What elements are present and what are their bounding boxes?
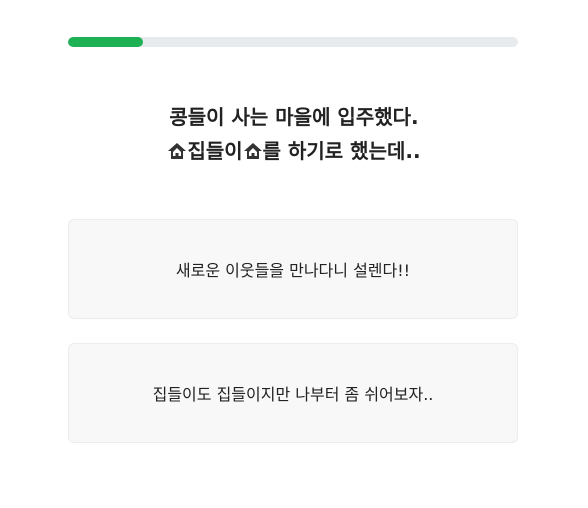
progress-fill	[68, 37, 144, 47]
question-text: 콩들이 사는 마을에 입주했다. 집들이 를 하기로 했는데..	[0, 100, 588, 168]
progress-bar	[68, 37, 518, 47]
answer-option-2[interactable]: 집들이도 집들이지만 나부터 좀 쉬어보자..	[68, 343, 518, 443]
answer-option-1[interactable]: 새로운 이웃들을 만나다니 설렌다!!	[68, 219, 518, 319]
quiz-page: 콩들이 사는 마을에 입주했다. 집들이 를 하기로 했는데.. 새로운 이웃들을…	[0, 0, 588, 508]
answer-option-1-label: 새로운 이웃들을 만나다니 설렌다!!	[175, 261, 411, 280]
question-line-2: 집들이 를 하기로 했는데..	[0, 134, 588, 168]
answer-option-2-label: 집들이도 집들이지만 나부터 좀 쉬어보자..	[152, 385, 434, 404]
question-line-1: 콩들이 사는 마을에 입주했다.	[169, 105, 419, 129]
question-line-2-part-1: 집들이	[187, 139, 243, 163]
question-line-2-part-2: 를 하기로 했는데..	[262, 139, 421, 163]
house-icon	[243, 136, 263, 159]
house-icon	[167, 136, 187, 159]
